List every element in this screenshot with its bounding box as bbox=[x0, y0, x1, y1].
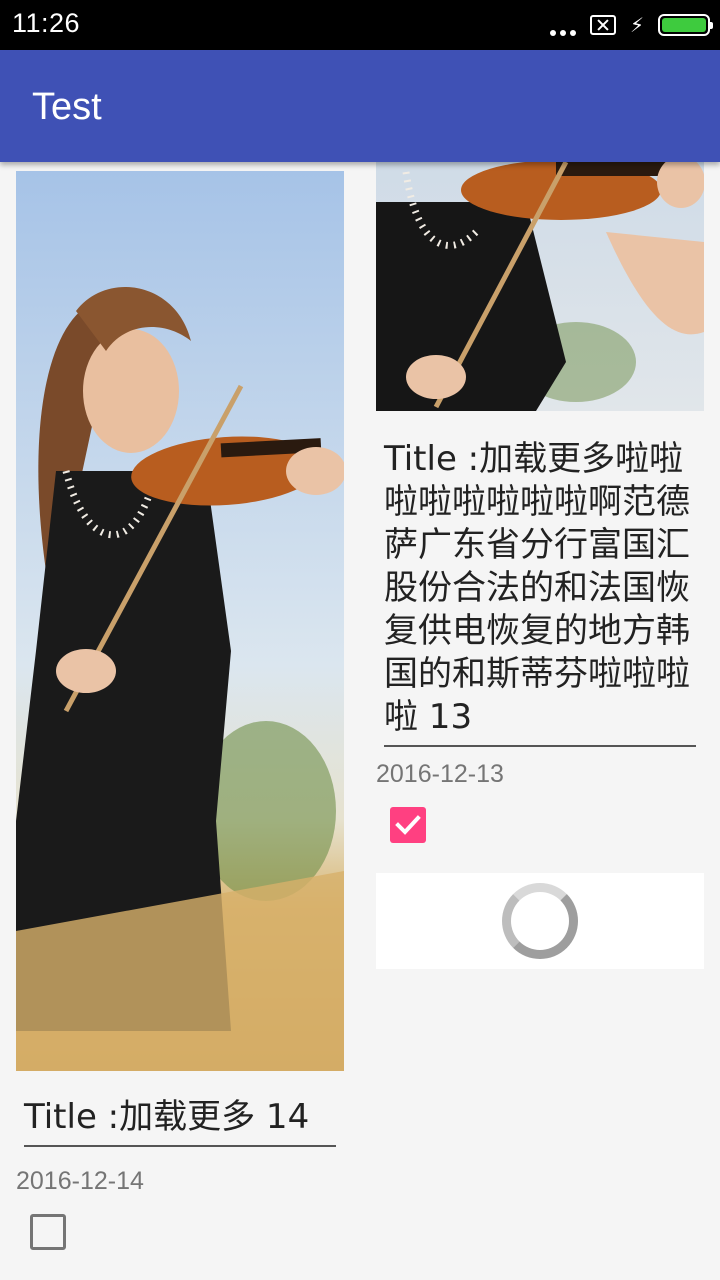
status-bar: 11:26 ⚡︎ bbox=[0, 0, 720, 50]
card-image-violinist[interactable] bbox=[16, 171, 344, 1071]
no-sim-icon bbox=[589, 15, 616, 35]
load-more-footer bbox=[376, 873, 704, 969]
card-checkbox-unchecked[interactable] bbox=[30, 1214, 66, 1250]
app-bar: Test bbox=[0, 50, 720, 162]
charging-bolt-icon: ⚡︎ bbox=[629, 13, 644, 37]
card-date: 2016-12-14 bbox=[16, 1167, 144, 1195]
card-title: Title :加载更多啦啦啦啦啦啦啦啦啊范德萨广东省分行富国汇股份合法的和法国恢… bbox=[384, 438, 696, 747]
checkmark-icon bbox=[395, 815, 421, 835]
card-date: 2016-12-13 bbox=[376, 760, 504, 788]
app-title: Test bbox=[32, 86, 102, 128]
status-icons: ⚡︎ bbox=[549, 10, 713, 40]
card-checkbox-checked[interactable] bbox=[390, 807, 426, 843]
more-dots-icon bbox=[549, 14, 576, 36]
battery-icon bbox=[658, 14, 713, 36]
loading-spinner-icon bbox=[502, 883, 578, 959]
staggered-grid[interactable]: Title :加载更多 14 2016-12-14 Title :加载更多啦啦啦… bbox=[0, 162, 720, 1280]
card-title: Title :加载更多 14 bbox=[24, 1096, 336, 1147]
status-time: 11:26 bbox=[12, 8, 81, 38]
card-image-violinist[interactable] bbox=[376, 162, 704, 411]
